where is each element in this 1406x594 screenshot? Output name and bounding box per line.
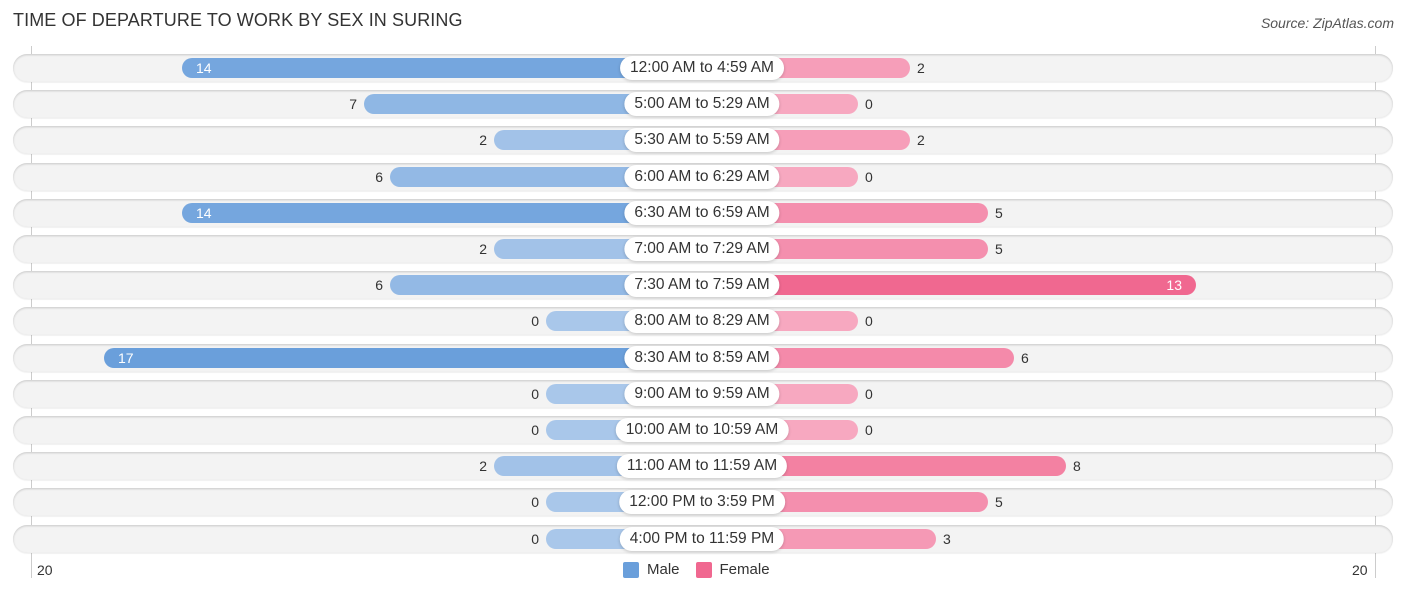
male-value-label: 0 <box>531 313 539 330</box>
male-value-label: 0 <box>531 385 539 402</box>
female-value-label: 5 <box>995 494 1003 511</box>
category-label: 4:00 PM to 11:59 PM <box>619 526 785 551</box>
female-value-label: 6 <box>1021 349 1029 366</box>
legend-label-male: Male <box>647 561 680 578</box>
category-label: 9:00 AM to 9:59 AM <box>624 381 780 406</box>
male-value-label: 6 <box>375 168 383 185</box>
male-value-label: 2 <box>479 241 487 257</box>
legend: Male Female <box>623 561 786 578</box>
category-label: 12:00 AM to 4:59 AM <box>620 56 784 80</box>
male-bar[interactable] <box>104 347 702 368</box>
male-value-label: 2 <box>479 458 487 475</box>
category-label: 7:00 AM to 7:29 AM <box>624 237 780 261</box>
male-value-label: 14 <box>196 60 212 76</box>
male-value-label: 6 <box>375 277 383 294</box>
female-value-label: 0 <box>865 168 873 185</box>
male-value-label: 0 <box>531 530 539 547</box>
category-label: 7:30 AM to 7:59 AM <box>624 273 780 298</box>
legend-swatch-male <box>623 561 639 578</box>
category-label: 8:00 AM to 8:29 AM <box>624 309 780 334</box>
legend-swatch-female <box>695 561 712 578</box>
female-value-label: 5 <box>995 241 1003 257</box>
female-value-label: 0 <box>865 96 873 113</box>
female-value-label: 0 <box>865 313 873 330</box>
legend-item-male[interactable]: Male <box>623 561 680 578</box>
male-value-label: 0 <box>531 494 539 511</box>
right-axis-tick: 20 <box>1352 562 1368 578</box>
female-value-label: 0 <box>865 422 873 438</box>
female-value-label: 2 <box>917 60 925 76</box>
category-label: 12:00 PM to 3:59 PM <box>619 490 785 515</box>
female-value-label: 2 <box>917 132 925 149</box>
category-label: 11:00 AM to 11:59 AM <box>616 454 788 479</box>
source-label: Source: ZipAtlas.com <box>1260 15 1394 31</box>
female-value-label: 5 <box>995 204 1003 221</box>
chart-title: TIME OF DEPARTURE TO WORK BY SEX IN SURI… <box>13 10 463 30</box>
category-label: 10:00 AM to 10:59 AM <box>615 418 789 442</box>
category-label: 8:30 AM to 8:59 AM <box>624 345 780 370</box>
male-value-label: 2 <box>479 132 487 149</box>
male-value-label: 17 <box>118 349 134 366</box>
female-value-label: 3 <box>943 530 951 547</box>
legend-label-female: Female <box>719 561 770 578</box>
left-axis-tick: 20 <box>37 562 53 578</box>
male-value-label: 0 <box>531 422 539 438</box>
category-label: 6:30 AM to 6:59 AM <box>624 200 780 225</box>
category-label: 5:30 AM to 5:59 AM <box>624 128 780 153</box>
female-value-label: 0 <box>865 385 873 402</box>
category-label: 5:00 AM to 5:29 AM <box>624 92 780 117</box>
female-value-label: 13 <box>1166 277 1182 294</box>
category-label: 6:00 AM to 6:29 AM <box>624 164 780 189</box>
male-value-label: 14 <box>196 204 212 221</box>
legend-item-female[interactable]: Female <box>695 561 770 578</box>
male-value-label: 7 <box>349 96 357 113</box>
female-value-label: 8 <box>1073 458 1081 475</box>
